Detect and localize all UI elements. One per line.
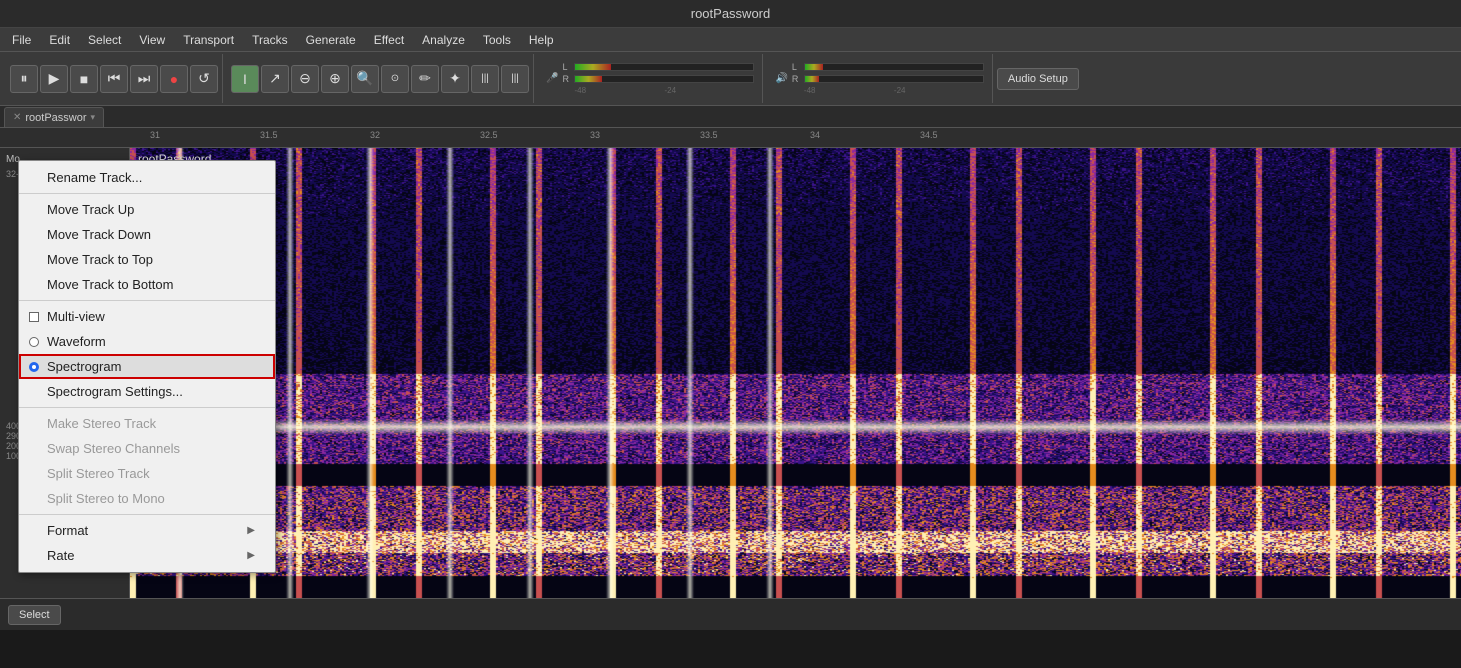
audio-setup-button[interactable]: Audio Setup [997, 68, 1079, 90]
tab-root-password[interactable]: ✕ rootPasswor ▾ [4, 107, 104, 127]
ctx-rename-track[interactable]: Rename Track... [19, 165, 275, 190]
menu-bar: File Edit Select View Transport Tracks G… [0, 28, 1461, 52]
menu-select[interactable]: Select [80, 31, 129, 49]
toolbar: ⏸ ▶ ■ ⏮ ⏭ ● ↺ I ↗ ⊖ ⊕ 🔍 ⊙ ✏ ✦ ||| ||| 🎤 … [0, 52, 1461, 106]
menu-view[interactable]: View [131, 31, 173, 49]
tab-dropdown-arrow[interactable]: ▾ [91, 112, 96, 123]
ctx-move-track-top-label: Move Track to Top [47, 252, 153, 267]
spectrogram-canvas[interactable] [130, 148, 1461, 598]
ctx-waveform[interactable]: Waveform [19, 329, 275, 354]
transport-controls: ⏸ ▶ ■ ⏮ ⏭ ● ↺ [6, 54, 223, 103]
ctx-split-stereo-label: Split Stereo Track [47, 466, 150, 481]
menu-edit[interactable]: Edit [41, 31, 78, 49]
ruler-tick-33: 33 [590, 130, 600, 140]
menu-file[interactable]: File [4, 31, 39, 49]
spectrogram-area: rootPassword [130, 148, 1461, 598]
multi-tool-button[interactable]: ✦ [441, 65, 469, 93]
tab-close[interactable]: ✕ [13, 112, 21, 123]
multi-view-checkbox [29, 312, 39, 322]
ctx-move-track-up[interactable]: Move Track Up [19, 197, 275, 222]
forward-button[interactable]: ⏭ [130, 65, 158, 93]
ctx-rate[interactable]: Rate ▶ [19, 543, 275, 568]
trim-button[interactable]: ||| [471, 65, 499, 93]
menu-help[interactable]: Help [521, 31, 562, 49]
ruler-tick-32: 32 [370, 130, 380, 140]
spectrogram-radio [29, 362, 39, 372]
play-button[interactable]: ▶ [40, 65, 68, 93]
select-button[interactable]: Select [8, 605, 61, 625]
rewind-button[interactable]: ⏮ [100, 65, 128, 93]
ruler-tick-31: 31 [150, 130, 160, 140]
ctx-move-track-top[interactable]: Move Track to Top [19, 247, 275, 272]
menu-generate[interactable]: Generate [298, 31, 364, 49]
ctx-split-mono-label: Split Stereo to Mono [47, 491, 165, 506]
stop-button[interactable]: ■ [70, 65, 98, 93]
ruler-tick-345: 34.5 [920, 130, 938, 140]
tab-bar: ✕ rootPasswor ▾ [0, 106, 1461, 128]
ctx-move-track-down-label: Move Track Down [47, 227, 151, 242]
ctx-spectrogram-settings-label: Spectrogram Settings... [47, 384, 183, 399]
ctx-rate-label: Rate [47, 548, 74, 563]
ctx-format[interactable]: Format ▶ [19, 518, 275, 543]
ruler-tick-325: 32.5 [480, 130, 498, 140]
rate-submenu-arrow: ▶ [247, 550, 255, 561]
ctx-make-stereo-label: Make Stereo Track [47, 416, 156, 431]
loop-button[interactable]: ↺ [190, 65, 218, 93]
ctx-format-label: Format [47, 523, 88, 538]
ctx-move-track-up-label: Move Track Up [47, 202, 134, 217]
menu-tools[interactable]: Tools [475, 31, 519, 49]
fit-button[interactable]: 🔍 [351, 65, 379, 93]
ruler-tick-34: 34 [810, 130, 820, 140]
menu-analyze[interactable]: Analyze [414, 31, 473, 49]
format-submenu-arrow: ▶ [247, 525, 255, 536]
ctx-spectrogram[interactable]: Spectrogram [19, 354, 275, 379]
ctx-spectrogram-settings[interactable]: Spectrogram Settings... [19, 379, 275, 404]
ctx-make-stereo: Make Stereo Track [19, 411, 275, 436]
ctx-separator-3 [19, 407, 275, 408]
ctx-swap-stereo-label: Swap Stereo Channels [47, 441, 180, 456]
ctx-move-track-bottom[interactable]: Move Track to Bottom [19, 272, 275, 297]
envelope-tool-button[interactable]: ↗ [261, 65, 289, 93]
ctx-waveform-label: Waveform [47, 334, 106, 349]
menu-effect[interactable]: Effect [366, 31, 412, 49]
record-vu-meter: 🎤 L R -48 -24 [538, 54, 763, 103]
tool-controls: I ↗ ⊖ ⊕ 🔍 ⊙ ✏ ✦ ||| ||| [227, 54, 534, 103]
ctx-multi-view[interactable]: Multi-view [19, 304, 275, 329]
ruler-tick-315: 31.5 [260, 130, 278, 140]
ctx-swap-stereo: Swap Stereo Channels [19, 436, 275, 461]
timeline-ruler: 31 31.5 32 32.5 33 33.5 34 34.5 [0, 128, 1461, 148]
pause-button[interactable]: ⏸ [10, 65, 38, 93]
ctx-spectrogram-label: Spectrogram [47, 359, 121, 374]
ctx-multi-view-label: Multi-view [47, 309, 105, 324]
zoom-fit-button[interactable]: ⊙ [381, 65, 409, 93]
title-bar: rootPassword [0, 0, 1461, 28]
silence-button[interactable]: ||| [501, 65, 529, 93]
ctx-separator-1 [19, 193, 275, 194]
ctx-separator-2 [19, 300, 275, 301]
draw-tool-button[interactable]: ✏ [411, 65, 439, 93]
ctx-split-mono: Split Stereo to Mono [19, 486, 275, 511]
select-tool-button[interactable]: I [231, 65, 259, 93]
ctx-separator-4 [19, 514, 275, 515]
menu-tracks[interactable]: Tracks [244, 31, 296, 49]
ruler-tick-335: 33.5 [700, 130, 718, 140]
record-button[interactable]: ● [160, 65, 188, 93]
zoom-out-button[interactable]: ⊖ [291, 65, 319, 93]
tab-label: rootPasswor [25, 112, 86, 124]
status-bar: Select [0, 598, 1461, 630]
zoom-in-button[interactable]: ⊕ [321, 65, 349, 93]
playback-vu-meter: 🔊 L R -48 -24 [767, 54, 992, 103]
ctx-rename-track-label: Rename Track... [47, 170, 142, 185]
ctx-move-track-down[interactable]: Move Track Down [19, 222, 275, 247]
waveform-radio [29, 337, 39, 347]
ctx-split-stereo: Split Stereo Track [19, 461, 275, 486]
app-title: rootPassword [691, 6, 770, 21]
menu-transport[interactable]: Transport [175, 31, 242, 49]
ctx-move-track-bottom-label: Move Track to Bottom [47, 277, 173, 292]
context-menu: Rename Track... Move Track Up Move Track… [18, 160, 276, 573]
